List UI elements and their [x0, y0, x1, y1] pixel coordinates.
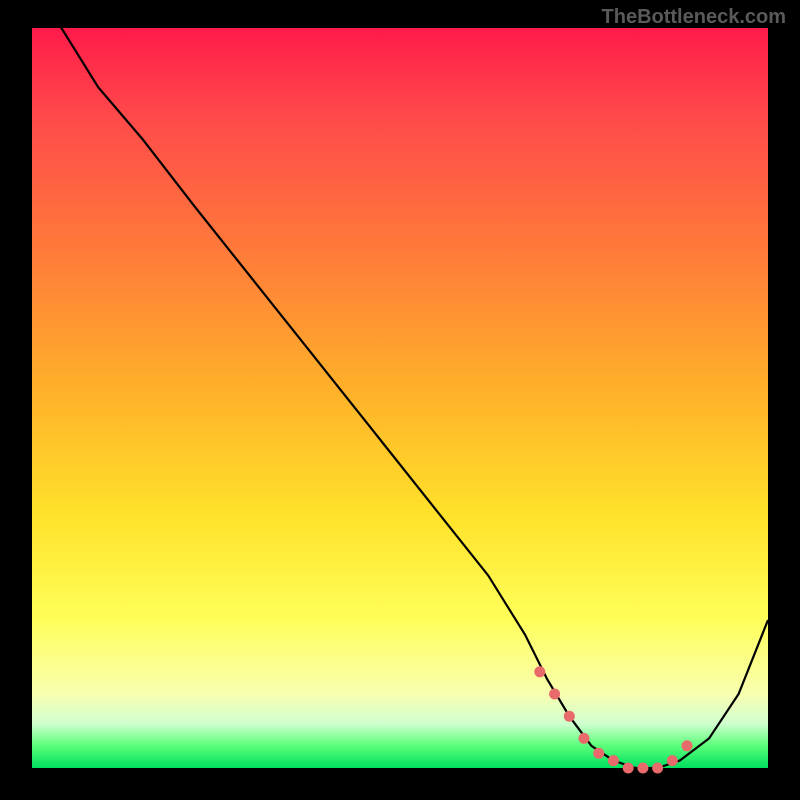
marker-dot	[534, 666, 545, 677]
bottleneck-curve	[32, 0, 768, 768]
chart-svg	[32, 28, 768, 768]
marker-dot	[564, 711, 575, 722]
marker-dot	[579, 733, 590, 744]
marker-dot	[608, 755, 619, 766]
marker-dot	[637, 763, 648, 774]
watermark-text: TheBottleneck.com	[602, 6, 786, 29]
chart-gradient-area	[32, 28, 768, 768]
marker-dot	[593, 748, 604, 759]
marker-group	[534, 666, 692, 773]
marker-dot	[549, 689, 560, 700]
marker-dot	[623, 763, 634, 774]
marker-dot	[652, 763, 663, 774]
marker-dot	[667, 755, 678, 766]
marker-dot	[682, 740, 693, 751]
